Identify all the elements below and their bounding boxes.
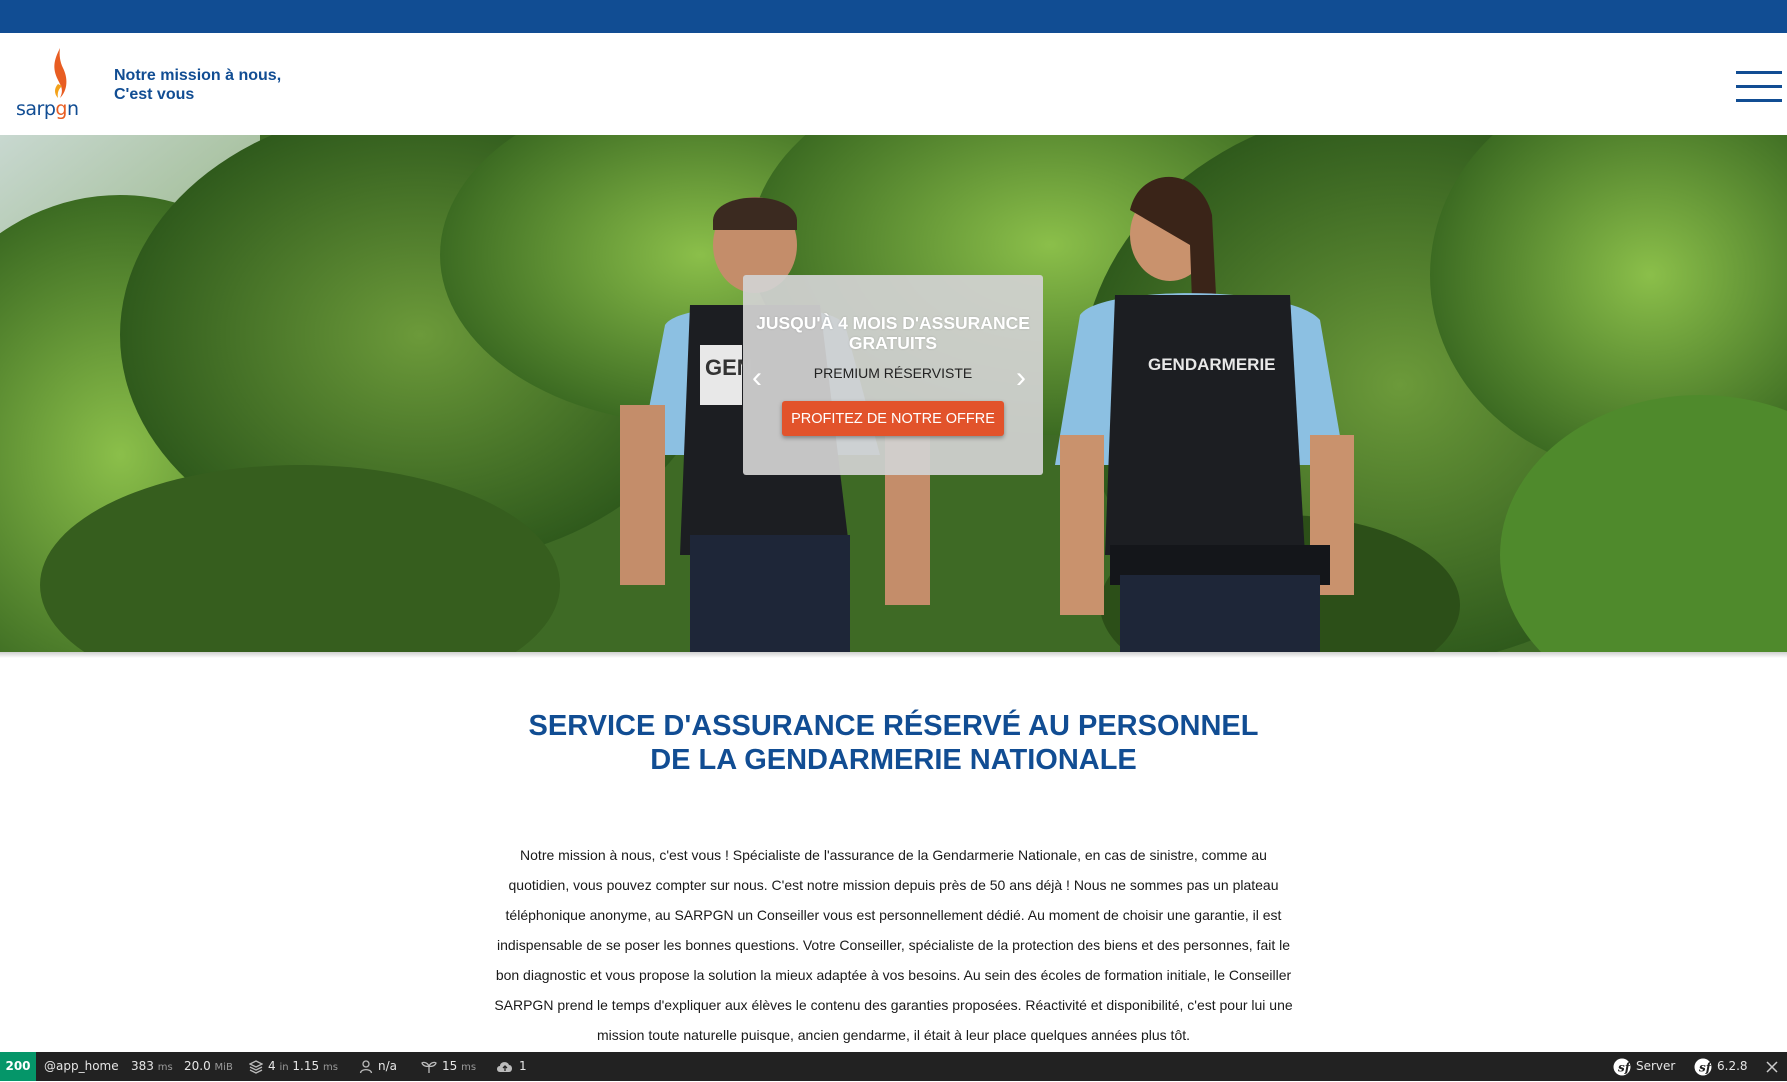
http-client-panel[interactable]: 1 <box>496 1052 527 1081</box>
top-brand-bar <box>0 0 1787 33</box>
logo-wordmark: sarpgn <box>16 98 79 120</box>
carousel-next-arrow-icon[interactable]: › <box>1016 363 1026 393</box>
close-icon <box>1766 1060 1778 1073</box>
promo-title: JUSQU'À 4 MOIS D'ASSURANCE GRATUITS <box>756 313 1030 353</box>
intro-paragraph: Notre mission à nous, c'est vous ! Spéci… <box>488 840 1299 1050</box>
cache-panel[interactable]: 15 ms <box>421 1052 476 1081</box>
layers-icon <box>249 1059 263 1074</box>
tagline-line-2: C'est vous <box>114 86 195 103</box>
paragraph-line: bon diagnostic et vous propose la soluti… <box>495 967 1292 983</box>
tagline-line-1: Notre mission à nous, <box>114 67 282 84</box>
hero-banner: GEN GENDARMERIE ‹ JUSQU'À 4 MOIS D'ASSUR… <box>0 135 1787 652</box>
paragraph-line: SARPGN prend le temps d'expliquer aux él… <box>494 997 1293 1013</box>
twig-panel[interactable]: 4 in 1.15 ms <box>249 1052 338 1081</box>
symfony-logo-icon: sf <box>1613 1058 1631 1075</box>
profitez-offer-button[interactable]: PROFITEZ DE NOTRE OFFRE <box>782 401 1004 436</box>
page-title-line-1: SERVICE D'ASSURANCE RÉSERVÉ AU PERSONNEL <box>528 710 1259 742</box>
page-title-line-2: DE LA GENDARMERIE NATIONALE <box>650 744 1137 776</box>
symfony-version-panel[interactable]: sf 6.2.8 <box>1694 1052 1748 1081</box>
site-header: sarpgn Notre mission à nous, C'est vous <box>0 33 1787 135</box>
cloud-upload-icon <box>497 1061 512 1072</box>
svg-text:sf: sf <box>1699 1060 1712 1074</box>
sprout-icon <box>421 1061 437 1073</box>
server-panel[interactable]: sf Server <box>1613 1052 1675 1081</box>
vest-badge-right: GENDARMERIE <box>1148 355 1276 374</box>
symfony-logo-icon: sf <box>1694 1058 1712 1075</box>
promo-subtitle: PREMIUM RÉSERVISTE <box>813 365 973 381</box>
memory-usage[interactable]: 20.0 MiB <box>184 1052 233 1081</box>
sarpgn-logo[interactable]: sarpgn <box>14 46 79 124</box>
paragraph-line: quotidien, vous pouvez compter sur nous.… <box>508 877 1279 893</box>
header-tagline: Notre mission à nous, C'est vous <box>114 66 281 104</box>
http-status-badge[interactable]: 200 <box>0 1052 36 1081</box>
flame-icon <box>54 48 67 98</box>
user-icon <box>359 1059 373 1073</box>
route-name[interactable]: @app_home <box>44 1052 119 1081</box>
paragraph-line: Notre mission à nous, c'est vous ! Spéci… <box>520 847 1267 863</box>
hamburger-menu-icon[interactable] <box>1736 71 1782 103</box>
symfony-debug-toolbar: 200 @app_home 383 ms 20.0 MiB 4 in 1.15 … <box>0 1052 1787 1081</box>
request-time[interactable]: 383 ms <box>131 1052 173 1081</box>
paragraph-line: indispensable de se poser les bonnes que… <box>496 937 1291 953</box>
svg-text:sf: sf <box>1618 1060 1631 1074</box>
security-panel[interactable]: n/a <box>359 1052 397 1081</box>
page-title: SERVICE D'ASSURANCE RÉSERVÉ AU PERSONNEL… <box>400 709 1387 777</box>
paragraph-line: téléphonique anonyme, au SARPGN un Conse… <box>505 907 1282 923</box>
paragraph-line: mission toute naturelle puisque, ancien … <box>596 1027 1191 1043</box>
hero-divider-shadow <box>0 652 1787 658</box>
promo-carousel-card: ‹ JUSQU'À 4 MOIS D'ASSURANCE GRATUITS PR… <box>743 275 1043 475</box>
toolbar-close-button[interactable] <box>1766 1052 1778 1081</box>
